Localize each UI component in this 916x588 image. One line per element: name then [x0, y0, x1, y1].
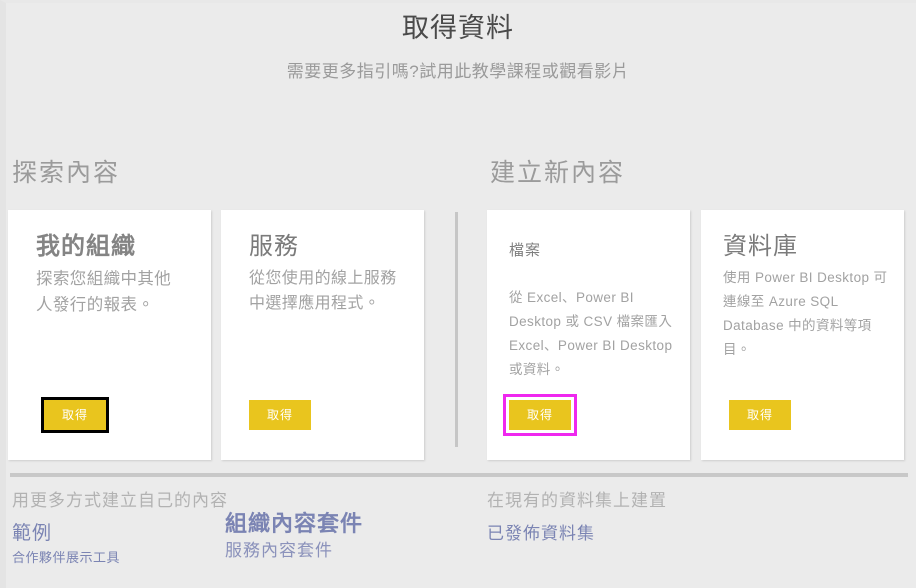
- card-my-organization[interactable]: 我的組織 探索您組織中其他人發行的報表。 取得: [8, 210, 211, 460]
- get-button-my-organization[interactable]: 取得: [41, 397, 109, 433]
- card-title: 我的組織: [36, 233, 136, 260]
- card-title: 服務: [249, 233, 299, 260]
- link-published-datasets[interactable]: 已發佈資料集: [487, 520, 667, 547]
- section-heading-explore-content: 探索內容: [12, 159, 121, 187]
- footer-column-existing-datasets: 在現有的資料集上建置 已發佈資料集: [487, 488, 667, 547]
- page-title: 取得資料: [402, 13, 514, 43]
- link-service-content-packs[interactable]: 服務內容套件: [225, 538, 363, 564]
- horizontal-divider: [10, 473, 908, 477]
- page-subtitle: 需要更多指引嗎?試用此教學課程或觀看影片: [286, 62, 630, 81]
- link-organizational-content-packs[interactable]: 組織內容套件: [225, 510, 363, 538]
- card-services[interactable]: 服務 從您使用的線上服務中選擇應用程式。 取得: [221, 210, 424, 460]
- get-button-services[interactable]: 取得: [249, 400, 311, 430]
- page-header: 取得資料 需要更多指引嗎?試用此教學課程或觀看影片: [0, 0, 916, 83]
- card-description: 從 Excel、Power BI Desktop 或 CSV 檔案匯入 Exce…: [509, 290, 673, 377]
- vertical-divider: [455, 212, 458, 447]
- footer-heading-more-ways: 用更多方式建立自己的內容: [12, 491, 228, 510]
- get-button-databases[interactable]: 取得: [729, 400, 791, 430]
- page-footer: 用更多方式建立自己的內容 範例 合作夥伴展示工具 組織內容套件 服務內容套件 在…: [0, 488, 916, 588]
- link-samples[interactable]: 範例: [12, 520, 228, 547]
- card-description: 使用 Power BI Desktop 可連線至 Azure SQL Datab…: [723, 270, 888, 357]
- footer-column-content-packs: 組織內容套件 服務內容套件: [225, 510, 363, 564]
- card-description: 從您使用的線上服務中選擇應用程式。: [249, 270, 397, 312]
- card-title: 檔案: [509, 242, 542, 259]
- get-button-files[interactable]: 取得: [509, 400, 571, 430]
- get-data-page: 取得資料 需要更多指引嗎?試用此教學課程或觀看影片 探索內容 建立新內容 我的組…: [0, 0, 916, 588]
- footer-heading-build-on-datasets: 在現有的資料集上建置: [487, 491, 667, 510]
- card-description: 探索您組織中其他人發行的報表。: [36, 270, 172, 314]
- footer-column-create-own-content: 用更多方式建立自己的內容 範例 合作夥伴展示工具: [12, 488, 228, 569]
- card-title: 資料庫: [723, 233, 798, 260]
- card-databases[interactable]: 資料庫 使用 Power BI Desktop 可連線至 Azure SQL D…: [701, 210, 904, 460]
- section-heading-create-new-content: 建立新內容: [490, 159, 626, 187]
- link-partner-showcase[interactable]: 合作夥伴展示工具: [12, 547, 228, 569]
- card-files[interactable]: 檔案 從 Excel、Power BI Desktop 或 CSV 檔案匯入 E…: [487, 210, 690, 460]
